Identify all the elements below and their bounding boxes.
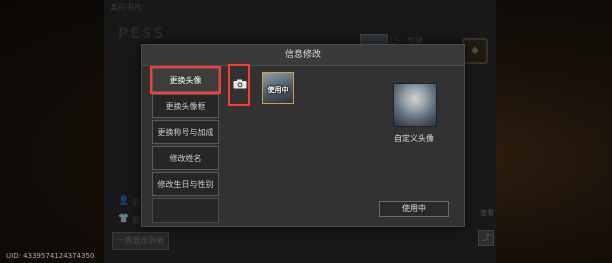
camera-icon: [233, 79, 247, 89]
uid-text: UID: 4339574124374350: [6, 252, 95, 260]
info-edit-dialog: 信息修改 更换头像 更换头像框 更换称号与加成 修改姓名 修改生日与性别 使用中…: [141, 44, 465, 227]
edit-menu: 更换头像 更换头像框 更换称号与加成 修改姓名 修改生日与性别: [150, 66, 221, 198]
in-use-label: 使用中: [267, 86, 289, 94]
menu-item-change-avatar[interactable]: 更换头像: [150, 66, 221, 94]
menu-item-change-frame[interactable]: 更换头像框: [152, 94, 219, 118]
in-use-button[interactable]: 使用中: [379, 201, 449, 217]
custom-avatar-preview: [393, 83, 437, 127]
dialog-title: 信息修改: [142, 45, 464, 66]
menu-item-change-name[interactable]: 修改姓名: [152, 146, 219, 170]
upload-avatar-button[interactable]: [228, 64, 250, 106]
menu-item-change-title[interactable]: 更换称号与加成: [152, 120, 219, 144]
menu-filler: [152, 198, 219, 223]
avatar-option-current[interactable]: 使用中: [262, 72, 294, 104]
menu-item-change-birthday[interactable]: 修改生日与性别: [152, 172, 219, 196]
custom-avatar-label: 自定义头像: [394, 134, 434, 143]
